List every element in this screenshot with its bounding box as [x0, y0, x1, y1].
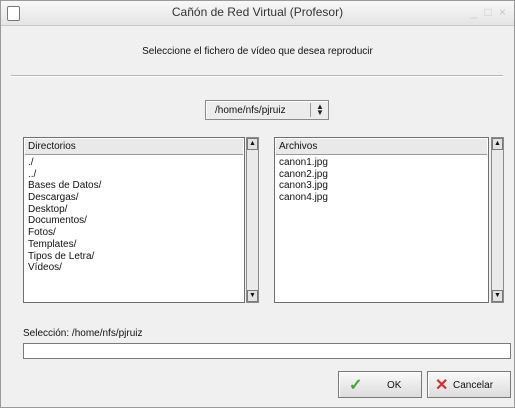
- title-bar[interactable]: Cañón de Red Virtual (Profesor) _ □ ×: [1, 1, 514, 26]
- ok-button-label: OK: [387, 380, 402, 391]
- directories-scrollbar[interactable]: ▲ ▼: [246, 137, 259, 303]
- directory-item[interactable]: Desktop/: [28, 204, 242, 216]
- scroll-down-icon[interactable]: ▼: [247, 290, 258, 302]
- directories-items: ./../Bases de Datos/Descargas/Desktop/Do…: [28, 157, 242, 274]
- selection-label: Selección: /home/nfs/pjruiz: [23, 328, 143, 339]
- separator: [11, 75, 503, 77]
- dialog-window: Cañón de Red Virtual (Profesor) _ □ × Se…: [0, 0, 515, 408]
- file-item[interactable]: canon4.jpg: [279, 192, 486, 204]
- directory-item[interactable]: Descargas/: [28, 192, 242, 204]
- files-list[interactable]: Archivos canon1.jpg canon2.jpg canon3.jpg c…: [274, 137, 489, 303]
- close-icon: ✕: [435, 377, 449, 394]
- scroll-up-icon[interactable]: ▲: [247, 138, 258, 150]
- cancel-button[interactable]: ✕ Cancelar: [427, 371, 511, 398]
- directory-item[interactable]: Templates/: [28, 239, 242, 251]
- directory-item[interactable]: Tipos de Letra/: [28, 251, 242, 263]
- path-dropdown-value: /home/nfs/pjruiz: [215, 105, 286, 116]
- file-item[interactable]: canon1.jpg: [279, 157, 486, 169]
- updown-arrows-icon: ▲ ▼: [316, 102, 324, 117]
- checkmark-icon: ✓: [349, 377, 363, 394]
- window-title: Cañón de Red Virtual (Profesor): [171, 5, 344, 19]
- selection-input[interactable]: [23, 343, 511, 359]
- dropdown-divider: [310, 103, 311, 117]
- directory-item[interactable]: Bases de Datos/: [28, 180, 242, 192]
- path-dropdown[interactable]: /home/nfs/pjruiz ▲ ▼: [205, 100, 329, 120]
- directory-item[interactable]: Vídeos/: [28, 262, 242, 274]
- scroll-up-icon[interactable]: ▲: [492, 138, 503, 150]
- directory-item[interactable]: Fotos/: [28, 227, 242, 239]
- directory-item[interactable]: ./: [28, 157, 242, 169]
- directories-header: Directorios: [25, 139, 243, 155]
- cancel-button-label: Cancelar: [453, 380, 494, 391]
- files-items: canon1.jpg canon2.jpg canon3.jpg canon4.jpg: [279, 157, 486, 204]
- file-item[interactable]: canon2.jpg: [279, 169, 486, 181]
- files-header: Archivos: [276, 139, 487, 155]
- instruction-text: Seleccione el fichero de vídeo que desea…: [142, 46, 373, 57]
- directories-list[interactable]: Directorios ./../Bases de Datos/Descarga…: [23, 137, 245, 303]
- scroll-down-icon[interactable]: ▼: [492, 290, 503, 302]
- directory-item[interactable]: Documentos/: [28, 215, 242, 227]
- file-item[interactable]: canon3.jpg: [279, 180, 486, 192]
- window-controls[interactable]: _ □ ×: [470, 5, 508, 19]
- directory-item[interactable]: ../: [28, 169, 242, 181]
- ok-button[interactable]: ✓ OK: [338, 371, 422, 398]
- files-scrollbar[interactable]: ▲ ▼: [491, 137, 504, 303]
